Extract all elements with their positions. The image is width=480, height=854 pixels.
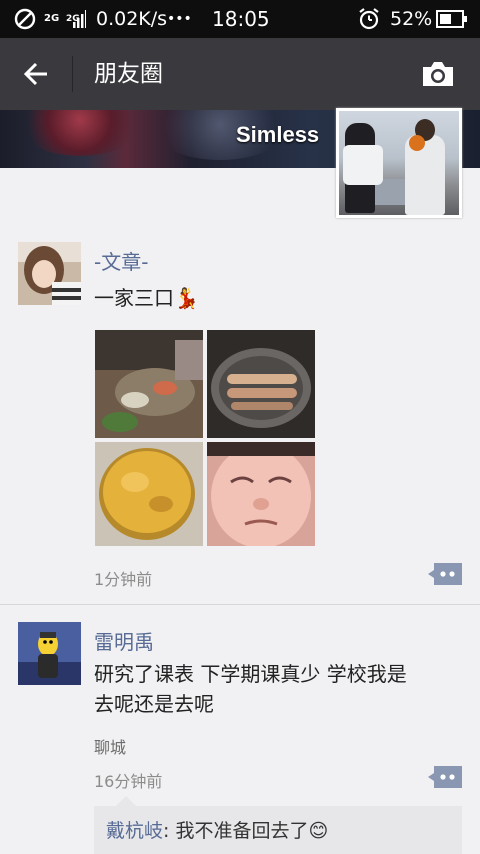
more-dots: ••• <box>167 11 192 27</box>
post-divider <box>0 604 480 605</box>
post-time: 16分钟前 <box>94 772 163 791</box>
net-speed: 0.02K/s <box>96 8 168 30</box>
title-divider <box>72 56 73 92</box>
avatar[interactable] <box>18 242 81 305</box>
back-button[interactable] <box>12 52 60 96</box>
post-photo[interactable] <box>95 442 203 550</box>
comment-dots-icon <box>428 563 462 585</box>
post-time: 1分钟前 <box>94 570 153 589</box>
alarm-icon <box>357 0 381 38</box>
post-text-line: 研究了课表 下学期课真少 学校我是 <box>94 662 407 686</box>
post-location[interactable]: 聊城 <box>94 734 126 758</box>
camera-button[interactable] <box>414 52 462 96</box>
camera-icon <box>423 62 453 86</box>
avatar-photo <box>339 111 459 215</box>
post-photo[interactable] <box>95 330 203 438</box>
clock: 18:05 <box>212 7 270 31</box>
battery-icon <box>436 0 468 38</box>
comment-box-arrow <box>116 796 136 806</box>
comment-dots-icon <box>428 766 462 788</box>
post-text: 一家三口💃 <box>94 286 199 310</box>
comment-text: 我不准备回去了😊 <box>175 820 329 842</box>
network-type-1: 2G <box>44 0 59 38</box>
post-photo[interactable] <box>207 442 315 550</box>
no-disturb-icon <box>14 0 36 38</box>
post-text-line: 去呢还是去呢 <box>94 692 214 716</box>
title-bar: 朋友圈 <box>0 38 480 110</box>
photo-detail <box>409 135 425 151</box>
comments-box: 戴杭岐: 我不准备回去了😊 <box>94 806 462 854</box>
comment-button[interactable] <box>428 766 462 788</box>
my-avatar[interactable] <box>336 108 462 218</box>
back-arrow-icon <box>23 62 47 86</box>
signal-icon <box>64 0 86 38</box>
avatar[interactable] <box>18 622 81 685</box>
photo-detail <box>343 145 383 185</box>
author-name[interactable]: 雷明禹 <box>94 626 154 655</box>
comment-item[interactable]: 戴杭岐: 我不准备回去了😊 <box>106 816 328 843</box>
page-title: 朋友圈 <box>94 61 163 87</box>
status-bar: 2G 2G 0.02K/s ••• 18:05 52% <box>0 0 480 38</box>
cover-decoration <box>20 110 140 156</box>
profile-name: Simless <box>236 122 320 147</box>
comment-author[interactable]: 戴杭岐 <box>106 820 163 842</box>
comment-separator: : <box>163 820 176 842</box>
battery-percent: 52% <box>390 8 433 30</box>
post-photo[interactable] <box>207 330 315 438</box>
comment-button[interactable] <box>428 563 462 585</box>
network-type-label: 2G <box>44 13 60 24</box>
author-name[interactable]: -文章- <box>94 246 148 275</box>
